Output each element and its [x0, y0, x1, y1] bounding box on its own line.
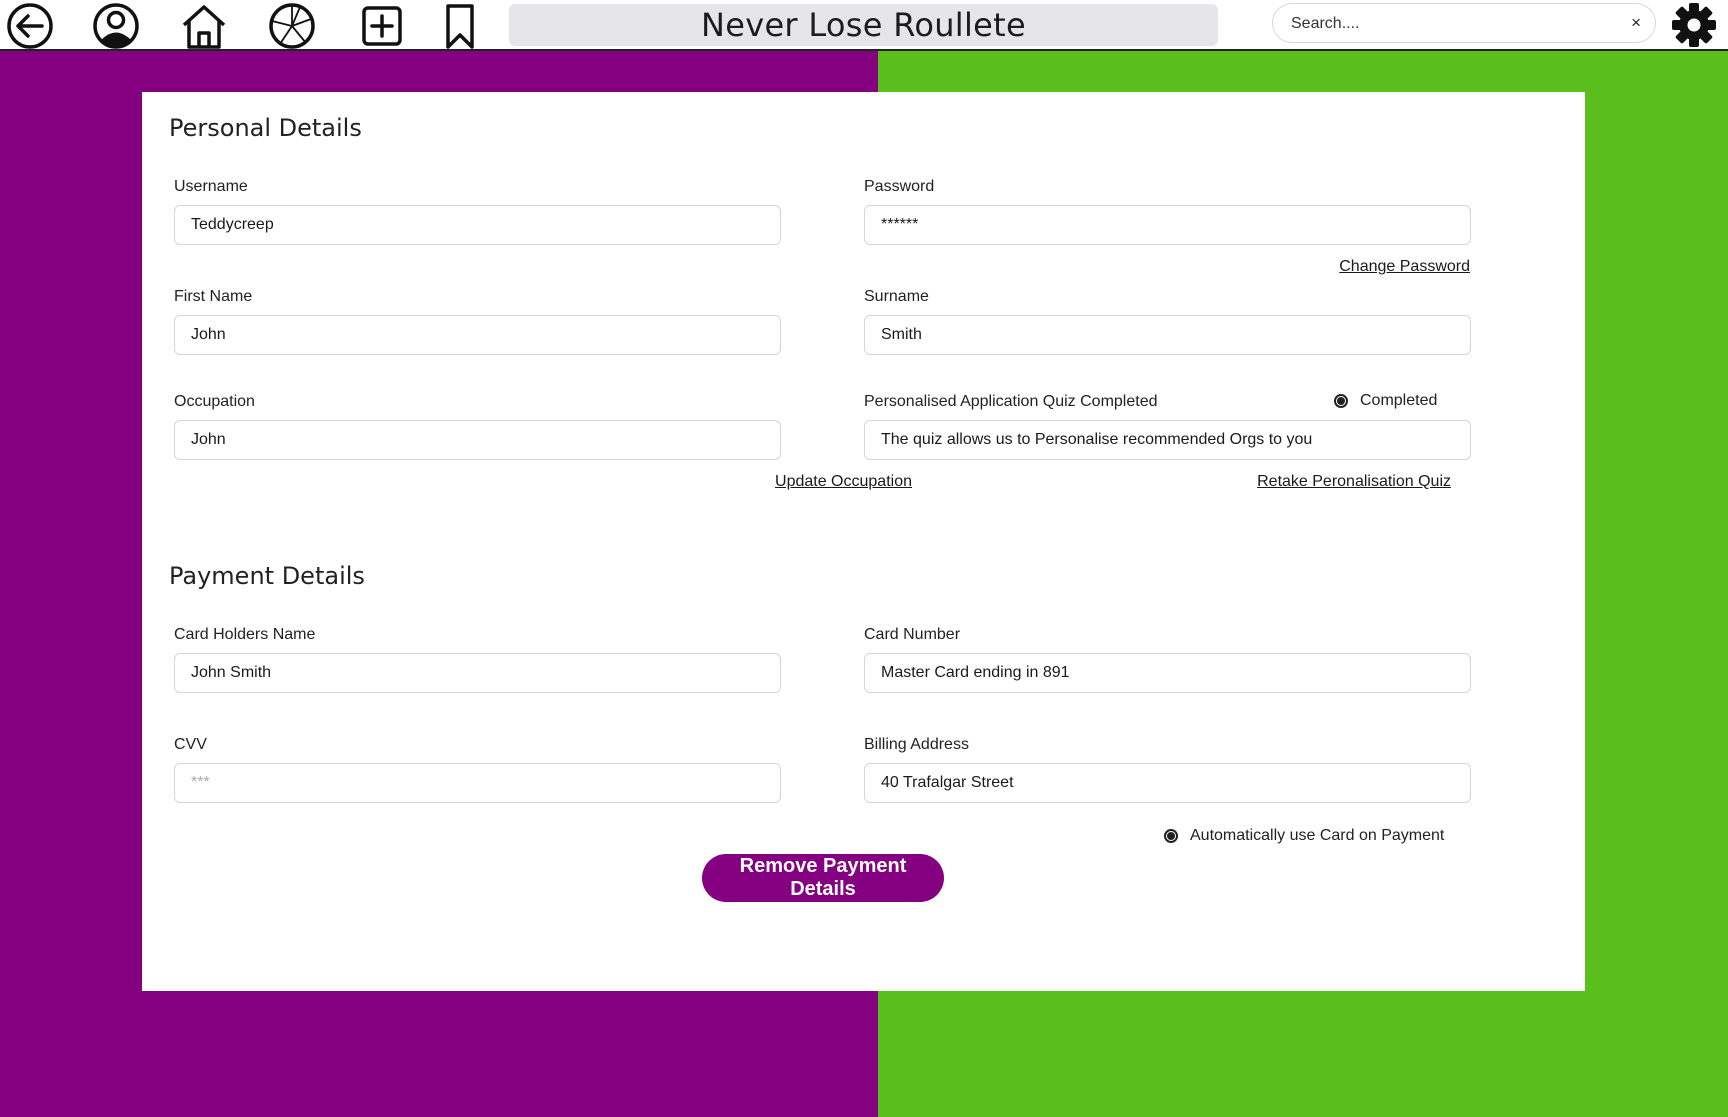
- search-input[interactable]: [1289, 12, 1603, 36]
- billing-address-field[interactable]: [864, 763, 1471, 803]
- change-password-link[interactable]: Change Password: [1339, 258, 1470, 276]
- top-navigation-bar: Never Lose Roullete ×: [0, 0, 1728, 51]
- remove-payment-details-button[interactable]: Remove Payment Details: [702, 854, 944, 902]
- radio-indicator: [1164, 829, 1178, 843]
- gear-icon[interactable]: [1668, 0, 1720, 50]
- occupation-label: Occupation: [174, 393, 255, 410]
- card-number-field[interactable]: [864, 653, 1471, 693]
- auto-use-card-label: Automatically use Card on Payment: [1190, 827, 1445, 844]
- close-icon[interactable]: ×: [1631, 13, 1641, 33]
- cvv-label: CVV: [174, 736, 207, 753]
- account-details-card: Personal Details Username Password Chang…: [142, 92, 1585, 991]
- radio-indicator: [1334, 394, 1348, 408]
- password-label: Password: [864, 178, 935, 195]
- search-bar: ×: [1272, 3, 1656, 43]
- cvv-field[interactable]: [174, 763, 781, 803]
- quiz-description-field[interactable]: [864, 420, 1471, 460]
- auto-use-card-radio[interactable]: Automatically use Card on Payment: [1164, 827, 1444, 845]
- update-occupation-link[interactable]: Update Occupation: [775, 473, 912, 491]
- quiz-completed-label: Completed: [1360, 392, 1438, 409]
- personal-details-heading: Personal Details: [169, 114, 362, 142]
- payment-details-heading: Payment Details: [169, 562, 365, 590]
- retake-quiz-link[interactable]: Retake Peronalisation Quiz: [1257, 473, 1451, 491]
- first-name-field[interactable]: [174, 315, 781, 355]
- home-icon[interactable]: [178, 2, 230, 50]
- occupation-field[interactable]: [174, 420, 781, 460]
- quiz-completed-radio[interactable]: Completed: [1334, 392, 1437, 410]
- bookmark-icon[interactable]: [434, 2, 486, 50]
- surname-label: Surname: [864, 288, 929, 305]
- first-name-label: First Name: [174, 288, 253, 305]
- card-holder-label: Card Holders Name: [174, 626, 316, 643]
- card-number-label: Card Number: [864, 626, 961, 643]
- add-icon[interactable]: [356, 2, 408, 50]
- profile-icon[interactable]: [90, 2, 142, 50]
- roulette-wheel-icon[interactable]: [266, 2, 318, 50]
- username-field[interactable]: [174, 205, 781, 245]
- billing-address-label: Billing Address: [864, 736, 969, 753]
- password-field[interactable]: [864, 205, 1471, 245]
- username-label: Username: [174, 178, 248, 195]
- page-title: Never Lose Roullete: [509, 4, 1218, 46]
- card-holder-field[interactable]: [174, 653, 781, 693]
- quiz-label: Personalised Application Quiz Completed: [864, 393, 1158, 410]
- surname-field[interactable]: [864, 315, 1471, 355]
- back-icon[interactable]: [4, 2, 56, 50]
